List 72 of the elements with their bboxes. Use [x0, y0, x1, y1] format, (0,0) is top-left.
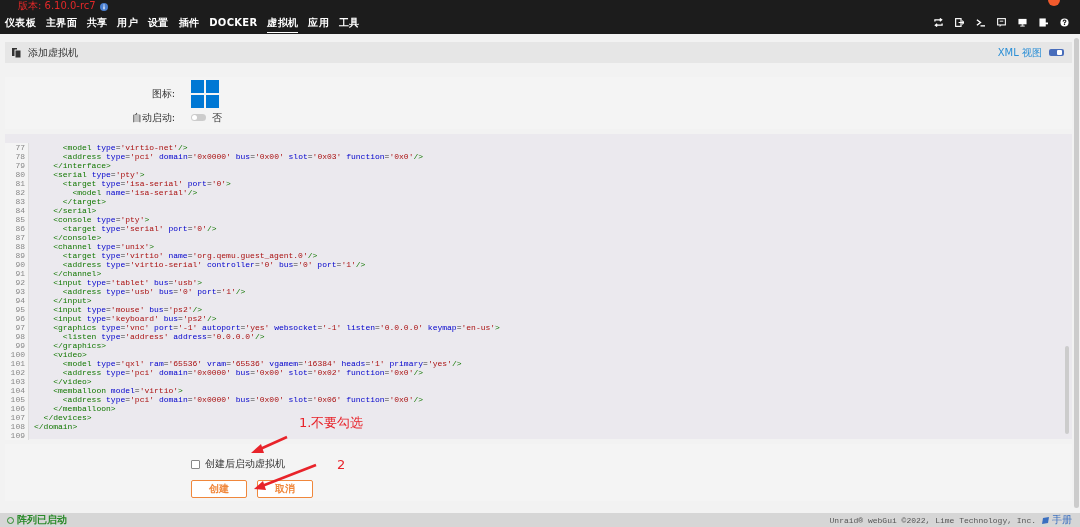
scrollbar-thumb[interactable] — [1065, 346, 1069, 434]
nav-tab[interactable]: 插件 — [178, 12, 200, 33]
code-line: </target> — [61, 197, 107, 206]
code-line: <input type='keyboard' bus='ps2'/> — [52, 314, 217, 323]
autostart-value: 否 — [212, 110, 222, 125]
annotation-arrow — [251, 435, 288, 453]
code-line: <address type='virtio-serial' controller='0' bus='0' port='1'/> — [61, 260, 366, 269]
code-line: <address type='pci' domain='0x0000' bus='0x00' slot='0x02' function='0x0'/> — [61, 368, 424, 377]
code-line: </graphics> — [52, 341, 107, 350]
monitor-icon[interactable] — [1018, 18, 1027, 27]
page-scrollbar[interactable] — [1074, 38, 1079, 508]
annotation-text: 2 — [337, 457, 346, 472]
code-line: <address type='usb' bus='0' port='1'/> — [61, 287, 246, 296]
nav-tab[interactable]: 设置 — [148, 12, 169, 33]
code-line: </devices> — [42, 413, 92, 422]
code-line: </interface> — [52, 161, 111, 170]
xml-view-label: XML 视图 — [997, 45, 1042, 60]
nav-tab[interactable]: 应用 — [308, 12, 329, 33]
code-line: <input type='tablet' bus='usb'> — [52, 278, 203, 287]
nav-tab[interactable]: 主界面 — [45, 12, 77, 33]
code-line: <model type='qxl' ram='65536' vram='65536' vgamem='16384' heads='1' primary='yes'/> — [61, 359, 462, 368]
terminal-icon[interactable] — [976, 18, 985, 27]
manual-link[interactable]: 手册 — [1052, 513, 1072, 527]
code-line: <listen type='address' address='0.0.0.0'/> — [61, 332, 265, 341]
icon-label: 图标: — [150, 87, 175, 101]
annotation-text: 1.不要勾选 — [299, 414, 364, 432]
array-status: 阵列已启动 — [17, 513, 67, 527]
nav-tab[interactable]: 仪表板 — [5, 12, 36, 33]
code-line: <address type='pci' domain='0x0000' bus='0x00' slot='0x03' function='0x0'/> — [61, 152, 424, 161]
nav-tab[interactable]: 共享 — [86, 12, 108, 33]
code-line: <target type='isa-serial' port='0'> — [61, 179, 231, 188]
code-line: <target type='serial' port='0'/> — [61, 224, 217, 233]
version-label: 版本: 6.10.0-rc7 — [18, 0, 96, 11]
nav-tab[interactable]: DOCKER — [209, 14, 258, 31]
code-line: </video> — [52, 377, 92, 386]
checkbox[interactable] — [191, 459, 200, 469]
info-icon[interactable] — [99, 3, 108, 11]
code-line: </domain> — [33, 422, 78, 431]
line-number: 109 — [5, 431, 29, 440]
code-line: </serial> — [52, 206, 97, 215]
nav-tab[interactable]: 工具 — [339, 12, 360, 33]
code-line: <console type='pty'> — [52, 215, 150, 224]
code-line: <target type='virtio' name='org.qemu.guest_agent.0'/> — [61, 251, 318, 260]
log-icon[interactable] — [1039, 18, 1048, 27]
code-line: <serial type='pty'> — [52, 170, 145, 179]
autostart-label: 自动启动: — [130, 110, 175, 125]
page-title: 添加虚拟机 — [28, 45, 78, 60]
code-line: <model name='isa-serial'/> — [71, 188, 198, 197]
nav-tab[interactable]: 虚拟机 — [267, 12, 299, 33]
code-line: </input> — [52, 296, 92, 305]
start-after-create-label: 创建后启动虚拟机 — [205, 457, 285, 471]
help-icon[interactable] — [1060, 18, 1069, 27]
code-line: </console> — [52, 233, 102, 242]
swap-icon[interactable] — [934, 18, 943, 27]
code-line: <input type='mouse' bus='ps2'/> — [52, 305, 203, 314]
code-line: </channel> — [52, 269, 102, 278]
code-line: <address type='pci' domain='0x0000' bus='0x00' slot='0x06' function='0x0'/> — [61, 395, 424, 404]
copy-icon — [12, 47, 21, 58]
code-line: <model type='virtio-net'/> — [61, 143, 188, 152]
feedback-icon[interactable] — [997, 18, 1006, 27]
code-line: <graphics type='vnc' port='-1' autoport='yes' websocket='-1' listen='0.0.0.0' keymap='en-us'> — [52, 323, 500, 332]
book-icon — [1042, 516, 1049, 524]
windows-logo-icon[interactable] — [191, 80, 219, 108]
logout-icon[interactable] — [955, 18, 964, 27]
code-line: <channel type='unix'> — [52, 242, 155, 251]
xml-view-toggle[interactable] — [1049, 49, 1064, 56]
code-line: <memballoon model='virtio'> — [52, 386, 183, 395]
nav-tab[interactable]: 用户 — [117, 12, 139, 33]
copyright-text: Unraid® webGui ©2022, Lime Technology, Inc. — [829, 515, 1036, 525]
autostart-toggle[interactable] — [191, 114, 206, 121]
code-line: </memballoon> — [52, 404, 116, 413]
code-line: <video> — [52, 350, 87, 359]
